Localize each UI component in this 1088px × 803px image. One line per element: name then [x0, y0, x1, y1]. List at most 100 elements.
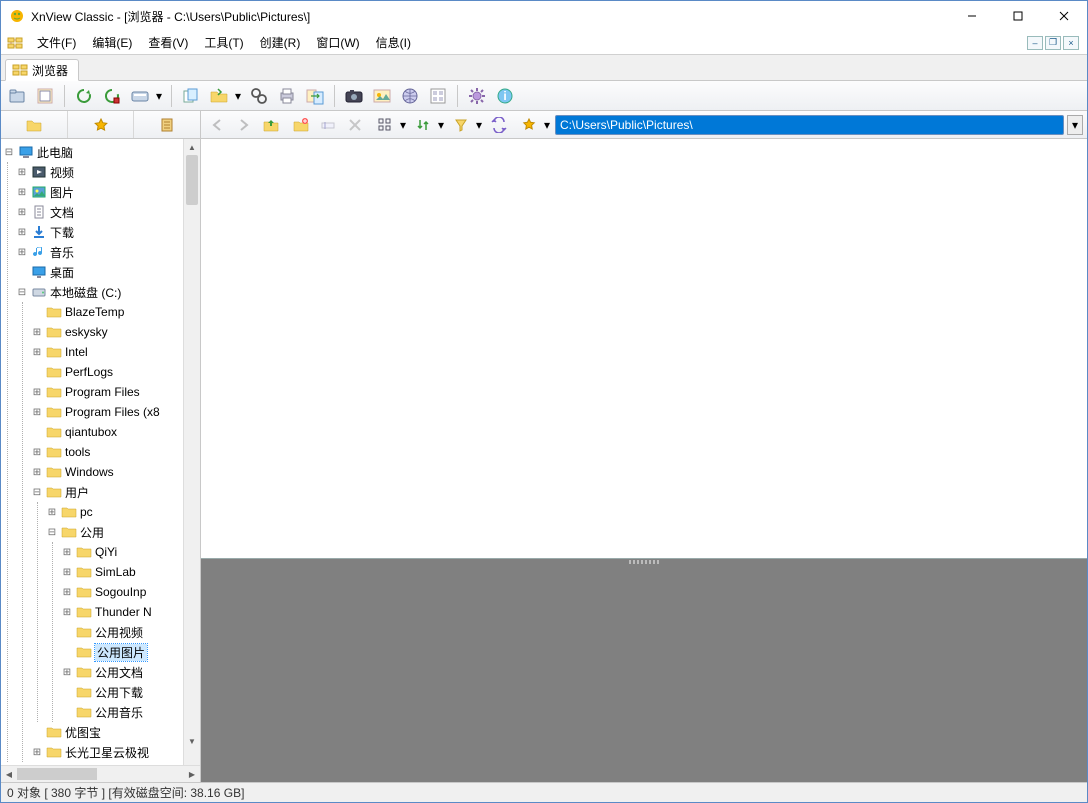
copy-to-button[interactable]: [179, 84, 203, 108]
menu-create[interactable]: 创建(R): [252, 32, 309, 53]
tree-node-pictures[interactable]: ⊞图片: [16, 182, 200, 202]
tree-node-this-pc[interactable]: ⊟此电脑: [1, 142, 200, 162]
tree-node[interactable]: PerfLogs: [31, 362, 200, 382]
convert-button[interactable]: [303, 84, 327, 108]
tree-node-public[interactable]: ⊟公用: [46, 522, 200, 542]
scanner-button[interactable]: [128, 84, 152, 108]
tree-node[interactable]: qiantubox: [31, 422, 200, 442]
scroll-down-arrow-icon[interactable]: ▼: [184, 733, 200, 749]
tree-node[interactable]: 公用音乐: [61, 702, 200, 722]
print-button[interactable]: [275, 84, 299, 108]
tree-node-downloads[interactable]: ⊞下载: [16, 222, 200, 242]
nav-back-button[interactable]: [205, 113, 229, 137]
address-dropdown-button[interactable]: ▾: [1067, 115, 1083, 135]
scroll-up-arrow-icon[interactable]: ▲: [184, 139, 200, 155]
webpage-button[interactable]: [398, 84, 422, 108]
app-icon: [9, 8, 25, 24]
scroll-right-arrow-icon[interactable]: ▶: [184, 766, 200, 782]
tree-node[interactable]: ⊞Intel: [31, 342, 200, 362]
open-button[interactable]: [5, 84, 29, 108]
panel-folders-button[interactable]: [1, 111, 68, 138]
close-button[interactable]: [1041, 1, 1087, 31]
chevron-down-icon[interactable]: ▾: [476, 118, 484, 132]
tree-node[interactable]: ⊞公用文档: [61, 662, 200, 682]
window-title: XnView Classic - [浏览器 - C:\Users\Public\…: [31, 8, 310, 25]
menu-info[interactable]: 信息(I): [368, 32, 419, 53]
nav-forward-button[interactable]: [232, 113, 256, 137]
favorite-add-button[interactable]: [517, 113, 541, 137]
chevron-down-icon[interactable]: ▾: [400, 118, 408, 132]
address-bar[interactable]: C:\Users\Public\Pictures\: [555, 115, 1064, 135]
tree-node-disk-c[interactable]: ⊟本地磁盘 (C:): [16, 282, 200, 302]
scroll-left-arrow-icon[interactable]: ◀: [1, 766, 17, 782]
tree-node[interactable]: ⊞Windows: [31, 462, 200, 482]
panel-categories-button[interactable]: [134, 111, 200, 138]
tree-node[interactable]: 公用视频: [61, 622, 200, 642]
thumbnail-area[interactable]: [201, 139, 1087, 559]
viewmode-button[interactable]: [373, 113, 397, 137]
tree-node-users[interactable]: ⊟用户: [31, 482, 200, 502]
tree-node[interactable]: 优图宝: [31, 722, 200, 742]
delete-button[interactable]: [343, 113, 367, 137]
recurse-button[interactable]: [487, 113, 511, 137]
folder-icon: [76, 584, 92, 600]
chevron-down-icon[interactable]: ▾: [156, 89, 164, 103]
tree-node[interactable]: ⊞QiYi: [61, 542, 200, 562]
tab-browser[interactable]: 浏览器: [5, 59, 79, 81]
mdi-minimize-button[interactable]: –: [1027, 36, 1043, 50]
chevron-down-icon[interactable]: ▾: [544, 118, 552, 132]
preview-area[interactable]: [201, 565, 1087, 782]
folder-icon: [76, 624, 92, 640]
tree-node[interactable]: ⊞tools: [31, 442, 200, 462]
settings-button[interactable]: [465, 84, 489, 108]
fullscreen-button[interactable]: [33, 84, 57, 108]
rename-button[interactable]: [316, 113, 340, 137]
tree-node[interactable]: ⊞Thunder N: [61, 602, 200, 622]
slideshow-button[interactable]: [370, 84, 394, 108]
tree-node[interactable]: ⊞pc: [46, 502, 200, 522]
tree-vertical-scrollbar[interactable]: ▲ ▼: [183, 139, 200, 765]
filter-button[interactable]: [449, 113, 473, 137]
tree-node-music[interactable]: ⊞音乐: [16, 242, 200, 262]
chevron-down-icon[interactable]: ▾: [438, 118, 446, 132]
tree-node[interactable]: BlazeTemp: [31, 302, 200, 322]
capture-button[interactable]: [342, 84, 366, 108]
folder-icon: [46, 404, 62, 420]
contact-sheet-button[interactable]: [426, 84, 450, 108]
search-button[interactable]: [247, 84, 271, 108]
tree-node[interactable]: 公用下载: [61, 682, 200, 702]
about-button[interactable]: i: [493, 84, 517, 108]
side-panel-tabs: [1, 111, 201, 138]
tree-node[interactable]: ⊞Program Files (x8: [31, 402, 200, 422]
tree-horizontal-scrollbar[interactable]: ◀ ▶: [1, 765, 200, 782]
tree-node-public-pictures[interactable]: 公用图片: [61, 642, 200, 662]
tree-node-desktop[interactable]: 桌面: [16, 262, 200, 282]
scroll-thumb[interactable]: [186, 155, 198, 205]
tree-node[interactable]: ⊞SogouInp: [61, 582, 200, 602]
menu-view[interactable]: 查看(V): [140, 32, 196, 53]
new-folder-button[interactable]: [289, 113, 313, 137]
folder-tree[interactable]: ⊟此电脑 ⊞视频 ⊞图片 ⊞文档 ⊞下载 ⊞音乐 桌面 ⊟本地磁盘 (C:): [1, 139, 200, 765]
menu-tools[interactable]: 工具(T): [196, 32, 251, 53]
minimize-button[interactable]: [949, 1, 995, 31]
maximize-button[interactable]: [995, 1, 1041, 31]
tree-node[interactable]: ⊞eskysky: [31, 322, 200, 342]
chevron-down-icon[interactable]: ▾: [235, 89, 243, 103]
menu-edit[interactable]: 编辑(E): [84, 32, 140, 53]
sort-button[interactable]: [411, 113, 435, 137]
mdi-restore-button[interactable]: ❐: [1045, 36, 1061, 50]
mdi-close-button[interactable]: ×: [1063, 36, 1079, 50]
menu-window[interactable]: 窗口(W): [308, 32, 367, 53]
refresh-button[interactable]: [72, 84, 96, 108]
scroll-thumb[interactable]: [17, 768, 97, 780]
tree-node-documents[interactable]: ⊞文档: [16, 202, 200, 222]
tree-node[interactable]: ⊞长光卫星云极视: [31, 742, 200, 762]
move-to-button[interactable]: [207, 84, 231, 108]
tree-node-videos[interactable]: ⊞视频: [16, 162, 200, 182]
nav-up-button[interactable]: [259, 113, 283, 137]
tree-node[interactable]: ⊞Program Files: [31, 382, 200, 402]
panel-favorites-button[interactable]: [68, 111, 135, 138]
refresh-stop-button[interactable]: [100, 84, 124, 108]
tree-node[interactable]: ⊞SimLab: [61, 562, 200, 582]
menu-file[interactable]: 文件(F): [29, 32, 84, 53]
